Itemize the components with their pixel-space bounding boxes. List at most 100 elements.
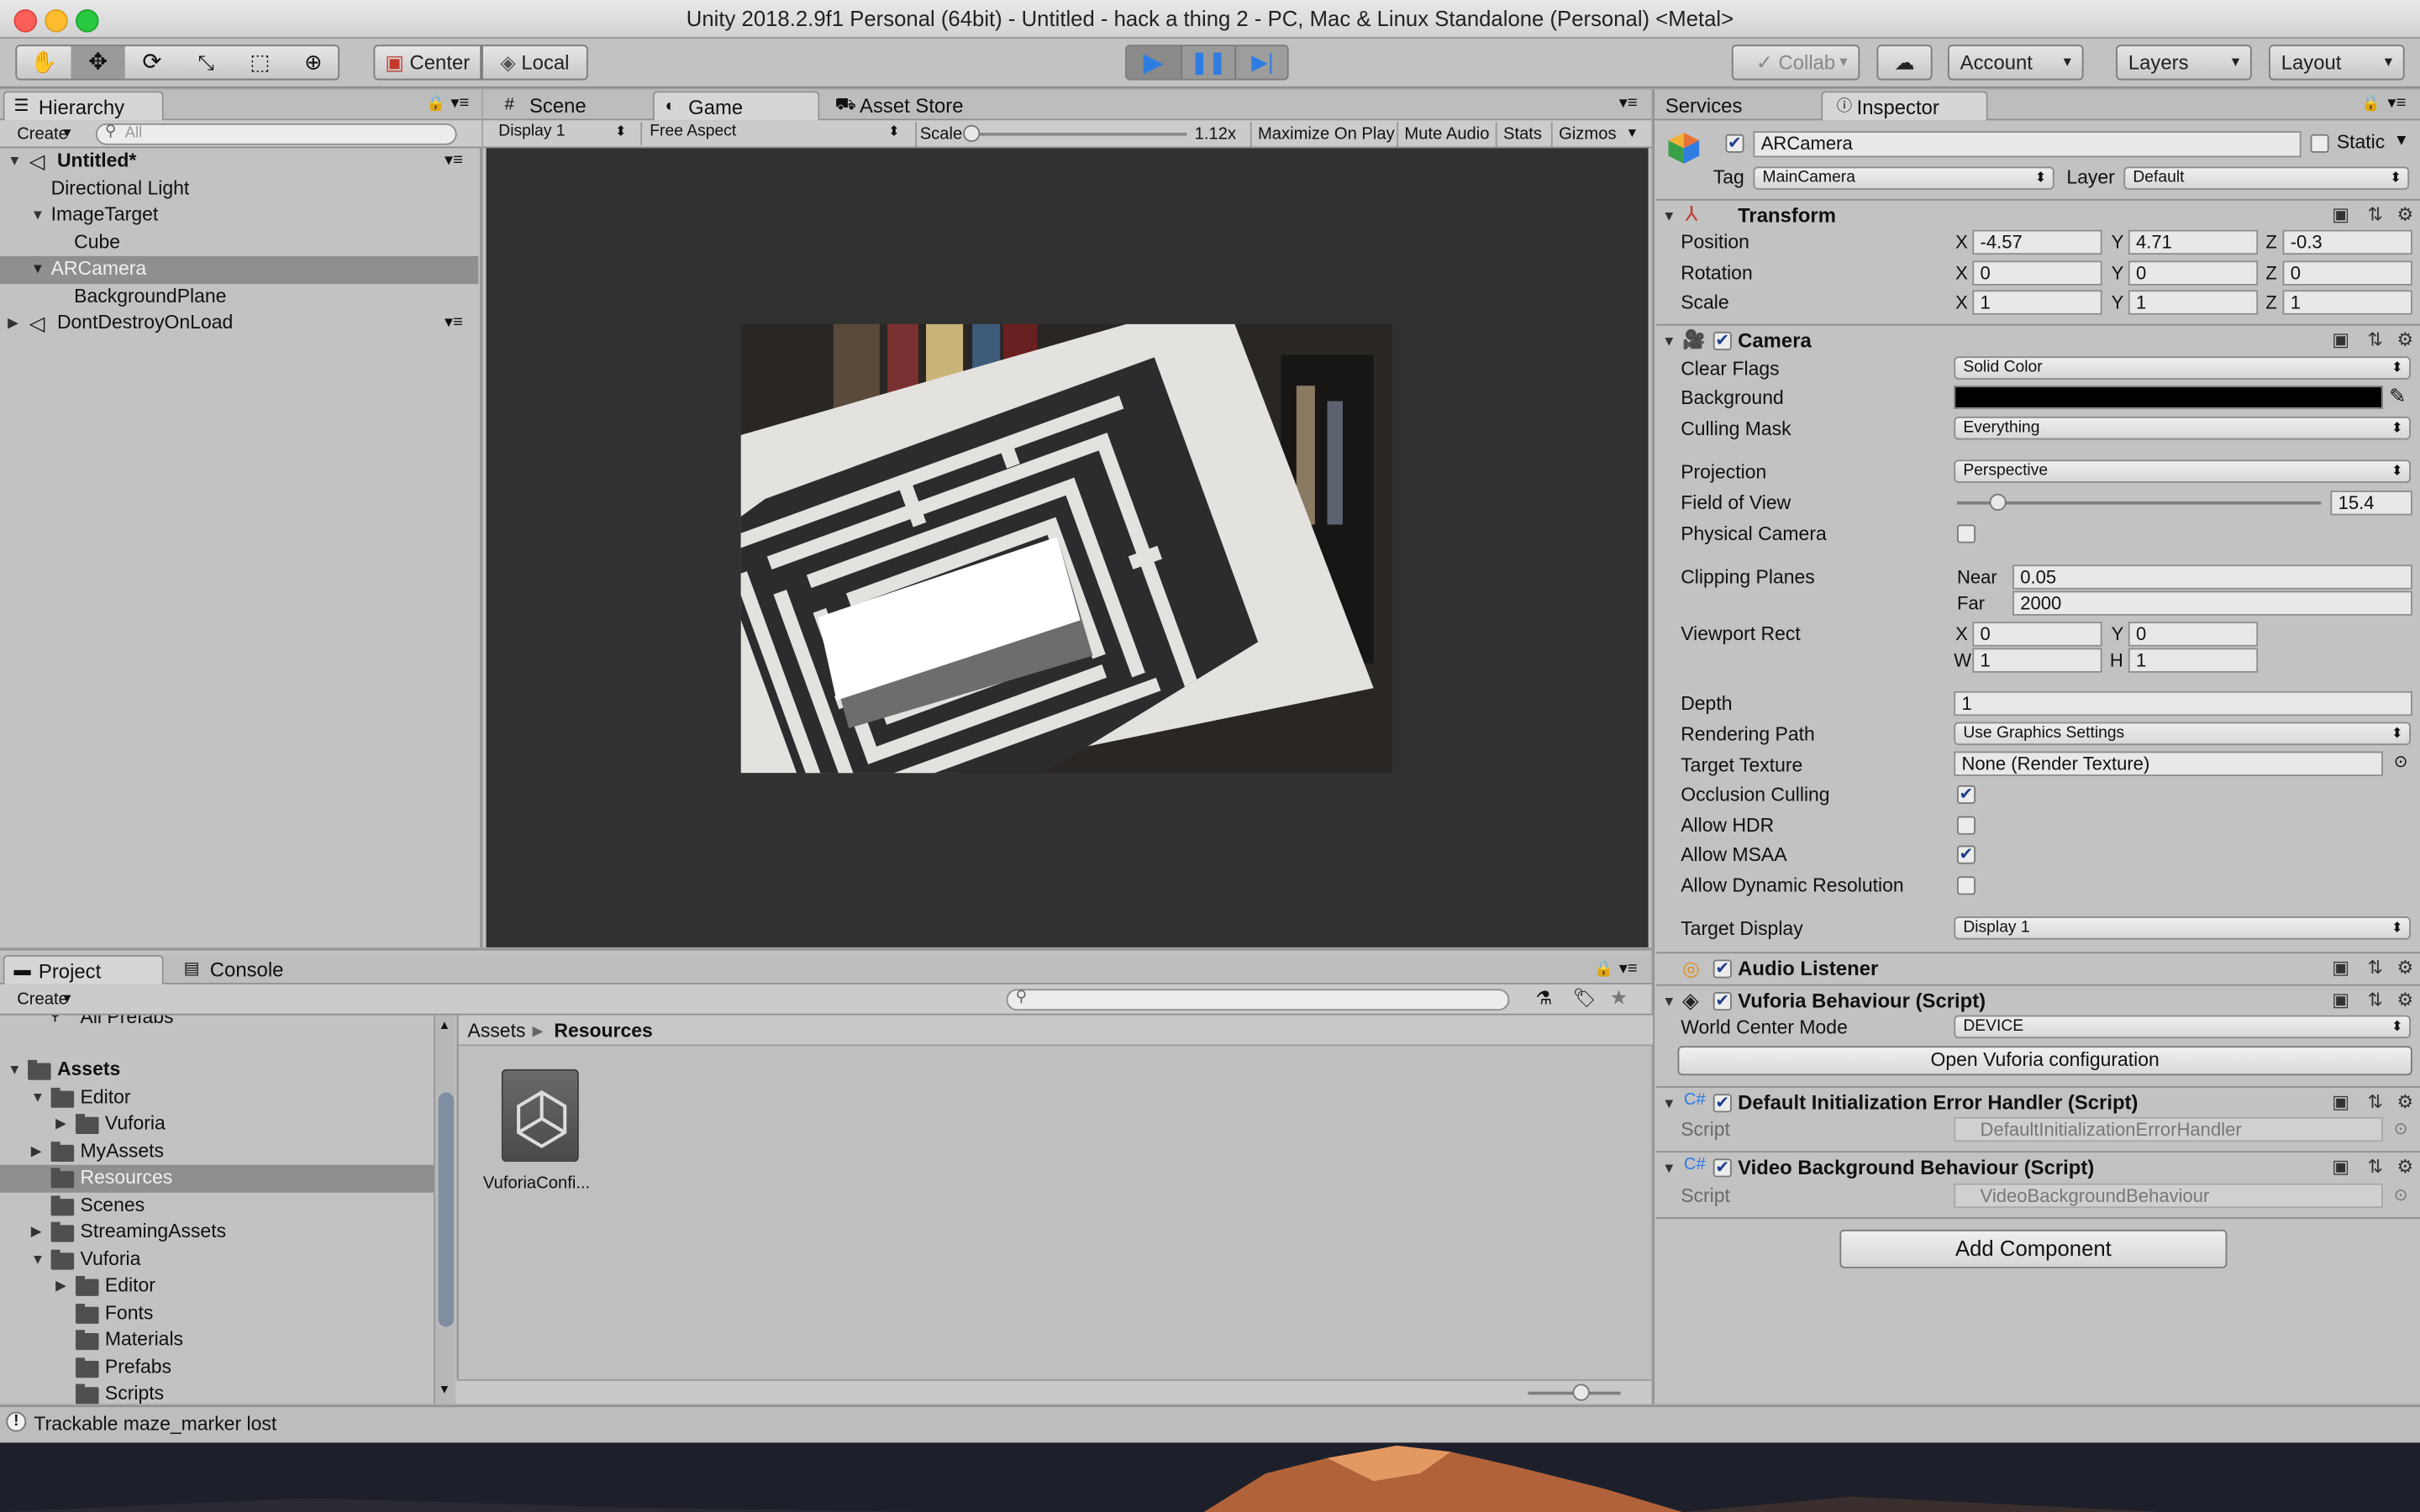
search-by-type-icon[interactable]: ⚗ [1536, 988, 1553, 1010]
hierarchy-item[interactable]: Cube [0, 229, 478, 256]
panel-menu-icon[interactable]: ▾≡ [2387, 92, 2406, 113]
video-background-header[interactable]: ▼ C# ✔ Video Background Behaviour (Scrip… [1655, 1151, 2420, 1184]
gear-icon[interactable]: ⚙ [2396, 957, 2413, 979]
help-icon[interactable]: ▣ [2332, 1156, 2349, 1178]
tree-item[interactable]: Prefabs [0, 1354, 434, 1381]
preset-icon[interactable]: ⇅ [2368, 1091, 2383, 1113]
target-display-dropdown[interactable]: Display 1 [1954, 916, 2411, 940]
pause-button-icon[interactable]: ❚❚ [1181, 46, 1235, 79]
asset-label[interactable]: VuforiaConfi... [483, 1174, 590, 1193]
hierarchy-item-selected[interactable]: ▼ ARCamera [0, 255, 479, 284]
layers-dropdown[interactable]: Layers [2116, 45, 2252, 81]
tab-asset-store[interactable]: ⛟ Asset Store [826, 91, 1011, 120]
viewport-h-field[interactable]: 1 [2128, 648, 2259, 673]
fov-slider-track[interactable] [1956, 501, 2322, 505]
rect-tool-icon[interactable]: ⬚ [233, 46, 287, 79]
fold-arrow-icon[interactable]: ▼ [1662, 994, 1676, 1009]
panel-menu-icon[interactable]: ▾≡ [1619, 958, 1638, 978]
scale-y-field[interactable]: 1 [2128, 290, 2259, 315]
tree-item[interactable]: ▼ Vuforia [0, 1246, 434, 1273]
tab-services[interactable]: Services [1664, 91, 1818, 120]
occlusion-culling-checkbox[interactable]: ✔ [1956, 785, 1976, 804]
lock-icon[interactable]: 🔒 [2361, 96, 2381, 113]
fold-arrow-icon[interactable]: ▼ [1662, 208, 1676, 223]
rotation-x-field[interactable]: 0 [1972, 260, 2102, 286]
world-center-mode-dropdown[interactable]: DEVICE [1954, 1015, 2411, 1039]
hierarchy-item[interactable]: ▼ ImageTarget [0, 202, 478, 229]
help-icon[interactable]: ▣ [2332, 328, 2349, 350]
vuforia-enabled-checkbox[interactable]: ✔ [1712, 992, 1732, 1011]
camera-enabled-checkbox[interactable]: ✔ [1712, 331, 1732, 350]
stats-toggle[interactable]: Stats [1495, 122, 1542, 147]
allow-msaa-checkbox[interactable]: ✔ [1956, 845, 1976, 864]
tab-hierarchy[interactable]: ☰ Hierarchy [3, 91, 164, 121]
fold-arrow-icon[interactable]: ▼ [1662, 1160, 1676, 1175]
rotate-tool-icon[interactable]: ⟳ [125, 46, 179, 79]
culling-mask-dropdown[interactable]: Everything [1954, 416, 2411, 440]
gizmos-dropdown[interactable]: Gizmos [1550, 122, 1647, 147]
vuforia-behaviour-header[interactable]: ▼ ◈ ✔ Vuforia Behaviour (Script) ▣ ⇅ ⚙ [1655, 984, 2420, 1017]
expand-arrow-icon[interactable]: ▼ [8, 1057, 21, 1084]
expand-arrow-icon[interactable]: ▼ [31, 1084, 45, 1110]
preset-icon[interactable]: ⇅ [2368, 328, 2383, 350]
hierarchy-search-input[interactable]: ⚲ All [95, 123, 457, 145]
gear-icon[interactable]: ⚙ [2396, 1156, 2413, 1178]
camera-component-header[interactable]: ▼ 🎥 ✔ Camera ▣ ⇅ ⚙ [1655, 323, 2420, 357]
tag-dropdown[interactable]: MainCamera [1753, 166, 2054, 190]
project-create-dropdown[interactable]: Create [8, 988, 82, 1012]
hierarchy-item[interactable]: BackgroundPlane [0, 283, 478, 310]
tree-item[interactable]: Scenes [0, 1192, 434, 1219]
transform-tool-icon[interactable]: ⊕ [287, 46, 339, 79]
scroll-down-arrow-icon[interactable]: ▼ [439, 1383, 451, 1397]
collapse-arrow-icon[interactable]: ▶ [8, 310, 18, 337]
background-color-swatch[interactable] [1954, 386, 2383, 409]
zoom-window-button[interactable] [76, 9, 99, 33]
tab-game[interactable]: ◐ Game [652, 91, 820, 121]
fold-arrow-icon[interactable]: ▼ [1662, 333, 1676, 349]
status-message[interactable]: Trackable maze_marker lost [34, 1413, 276, 1435]
object-name-field[interactable]: ARCamera [1753, 131, 2302, 158]
hierarchy-create-dropdown[interactable]: Create [8, 122, 82, 146]
hand-tool-icon[interactable]: ✋ [17, 46, 71, 79]
allow-hdr-checkbox[interactable] [1956, 816, 1976, 835]
collapse-arrow-icon[interactable]: ▶ [55, 1273, 66, 1299]
game-viewport[interactable] [486, 148, 1649, 948]
error-handler-enabled-checkbox[interactable]: ✔ [1712, 1094, 1732, 1113]
collapse-arrow-icon[interactable]: ▶ [31, 1138, 42, 1165]
account-dropdown[interactable]: Account [1947, 45, 2084, 81]
panel-menu-icon[interactable]: ▾≡ [1619, 92, 1638, 113]
maximize-on-play-toggle[interactable]: Maximize On Play [1249, 122, 1395, 147]
display-dropdown[interactable]: Display 1 [491, 122, 633, 145]
tab-scene[interactable]: # Scene [496, 91, 650, 120]
collapse-arrow-icon[interactable]: ▶ [31, 1219, 42, 1246]
viewport-x-field[interactable]: 0 [1972, 622, 2102, 647]
minimize-window-button[interactable] [45, 9, 68, 33]
projection-dropdown[interactable]: Perspective [1954, 459, 2411, 483]
search-by-label-icon[interactable]: 🏷 [1573, 988, 1597, 1010]
physical-camera-checkbox[interactable] [1956, 524, 1976, 543]
layout-dropdown[interactable]: Layout [2269, 45, 2405, 81]
scene-menu-icon[interactable]: ▾≡ [445, 310, 463, 337]
audio-listener-header[interactable]: ◎ ✔ Audio Listener ▣ ⇅ ⚙ [1655, 952, 2420, 984]
static-checkbox[interactable] [2310, 134, 2329, 153]
gear-icon[interactable]: ⚙ [2396, 989, 2413, 1011]
target-texture-field[interactable]: None (Render Texture) [1954, 751, 2383, 776]
tree-item[interactable]: ▶ MyAssets [0, 1138, 434, 1165]
depth-field[interactable]: 1 [1954, 690, 2412, 717]
expand-arrow-icon[interactable]: ▼ [31, 256, 45, 283]
gear-icon[interactable]: ⚙ [2396, 203, 2413, 225]
fov-slider-thumb[interactable] [1989, 493, 2007, 511]
expand-arrow-icon[interactable]: ▼ [8, 148, 21, 175]
eyedropper-icon[interactable]: ✎ [2389, 384, 2406, 408]
panel-menu-icon[interactable]: ▾≡ [450, 92, 469, 113]
expand-arrow-icon[interactable]: ▼ [31, 1246, 45, 1273]
scale-x-field[interactable]: 1 [1972, 290, 2102, 315]
expand-arrow-icon[interactable]: ▼ [31, 202, 45, 229]
preset-icon[interactable]: ⇅ [2368, 1156, 2383, 1178]
fold-arrow-icon[interactable]: ▼ [1662, 1095, 1676, 1110]
lock-icon[interactable]: 🔒 [426, 96, 445, 113]
tree-item[interactable]: Materials [0, 1327, 434, 1354]
scrollbar-thumb[interactable] [438, 1092, 455, 1327]
project-search-input[interactable]: ⚲ [1006, 989, 1510, 1011]
tab-console[interactable]: ▤ Console [176, 955, 330, 984]
